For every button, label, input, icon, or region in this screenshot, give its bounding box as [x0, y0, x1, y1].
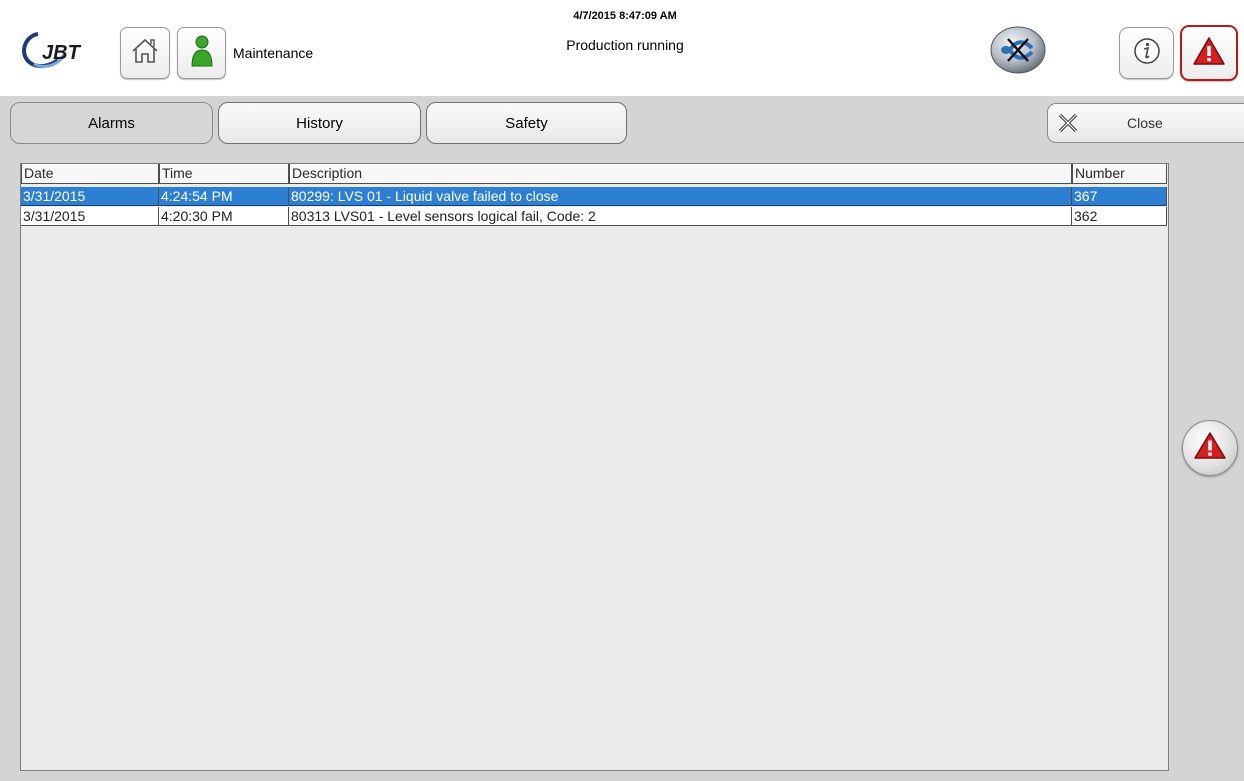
cell-number: 367	[1072, 187, 1167, 206]
alarm-table[interactable]: Date Time Description Number 3/31/2015 4…	[20, 163, 1169, 771]
close-button[interactable]: Close	[1047, 103, 1244, 143]
communication-status-button[interactable]	[990, 26, 1046, 74]
alarm-panel: Date Time Description Number 3/31/2015 4…	[0, 156, 1244, 781]
cell-description: 80313 LVS01 - Level sensors logical fail…	[289, 207, 1072, 226]
close-icon	[1058, 113, 1078, 133]
tab-history[interactable]: History	[218, 102, 421, 144]
table-header: Date Time Description Number	[21, 164, 1167, 184]
alarm-warning-icon	[1192, 35, 1226, 72]
production-status: Production running	[566, 37, 684, 53]
cell-date: 3/31/2015	[21, 207, 159, 226]
info-icon	[1132, 36, 1162, 71]
acknowledge-alarm-button[interactable]	[1182, 420, 1238, 476]
cell-time: 4:24:54 PM	[159, 187, 289, 206]
communication-error-icon	[990, 26, 1046, 78]
alarm-button[interactable]	[1180, 25, 1238, 81]
cell-number: 362	[1072, 207, 1167, 226]
home-icon	[130, 36, 160, 71]
column-header-number[interactable]: Number	[1072, 164, 1167, 184]
column-header-description[interactable]: Description	[289, 164, 1072, 184]
home-button[interactable]	[120, 27, 170, 79]
user-level-label: Maintenance	[233, 45, 314, 61]
table-row[interactable]: 3/31/2015 4:24:54 PM 80299: LVS 01 - Liq…	[21, 187, 1167, 206]
tab-alarms[interactable]: Alarms	[10, 102, 213, 144]
tab-bar: Alarms History Safety Close	[0, 96, 1244, 156]
header-bar: JBT Maintenance 4/7/2015 8:47:09 AM Prod…	[0, 0, 1244, 96]
alarm-warning-icon	[1193, 431, 1227, 466]
user-icon	[190, 34, 214, 73]
jbt-logo: JBT	[20, 26, 112, 74]
info-button[interactable]	[1119, 27, 1174, 79]
svg-text:JBT: JBT	[42, 42, 82, 64]
user-button[interactable]	[177, 27, 226, 79]
cell-date: 3/31/2015	[21, 187, 159, 206]
tab-safety[interactable]: Safety	[426, 102, 627, 144]
table-row[interactable]: 3/31/2015 4:20:30 PM 80313 LVS01 - Level…	[21, 207, 1167, 226]
date-time-display: 4/7/2015 8:47:09 AM	[573, 10, 677, 22]
column-header-date[interactable]: Date	[21, 164, 159, 184]
cell-description: 80299: LVS 01 - Liquid valve failed to c…	[289, 187, 1072, 206]
cell-time: 4:20:30 PM	[159, 207, 289, 226]
close-button-label: Close	[1127, 115, 1163, 131]
column-header-time[interactable]: Time	[159, 164, 289, 184]
